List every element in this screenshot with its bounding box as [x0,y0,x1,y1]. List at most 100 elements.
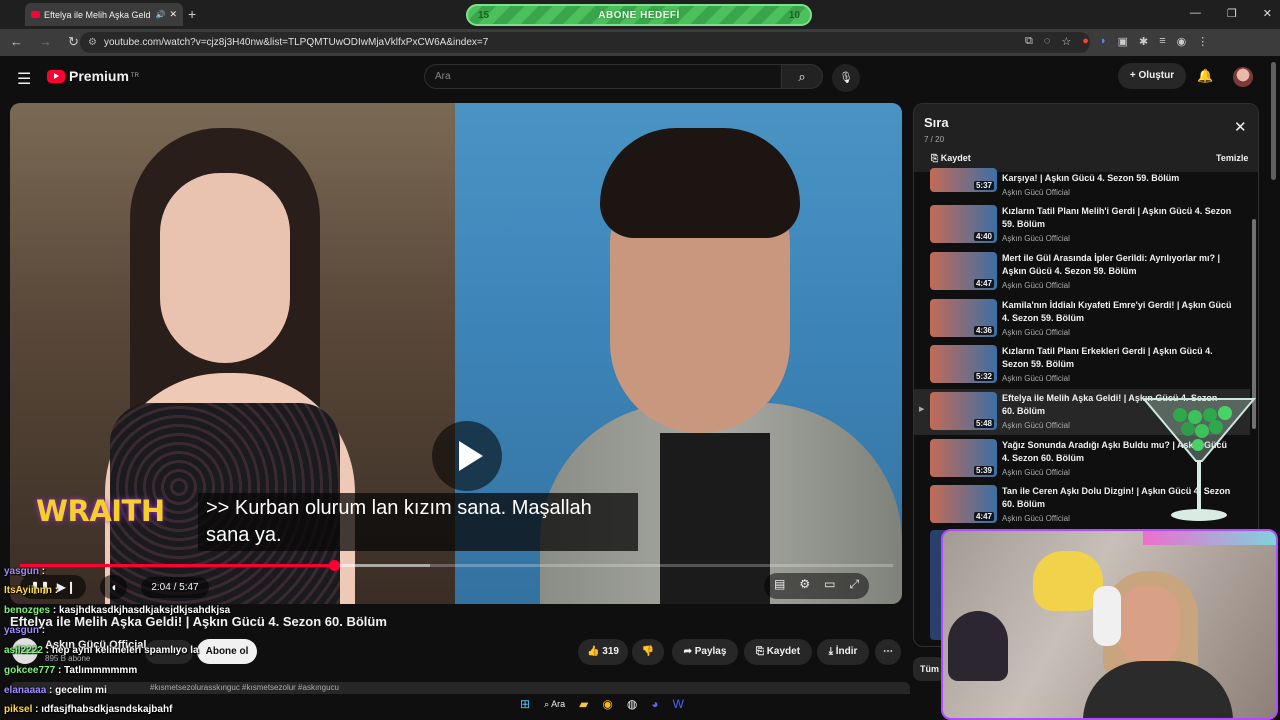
back-icon[interactable]: ← [10,34,23,50]
microphone-icon[interactable]: 🎙 [832,64,860,92]
more-actions-button[interactable]: ⋯ [875,639,901,665]
reading-list-icon[interactable]: ≡ [1159,35,1165,48]
avatar[interactable] [1233,67,1253,87]
profile-icon[interactable]: ◉ [1177,35,1187,48]
video-person-shirt [660,433,770,604]
search-input[interactable]: Ara [424,64,782,89]
description-box[interactable]: #kısmetsezolurasskınguc #kısmetsezolur #… [10,682,910,694]
subscribe-button[interactable]: Abone ol [197,639,257,664]
chat-message: benozges : kasjhdkasdkjhasdkjaksjdkjsahd… [4,605,230,616]
browser-tab[interactable]: Eftelya ile Melih Aşka Geldi! 🔊 ✕ [25,3,183,26]
maximize-button[interactable]: ❐ [1227,7,1237,20]
goal-label: ABONE HEDEFİ [598,9,680,21]
fullscreen-icon[interactable]: ⤢ [849,577,859,595]
playlist-item[interactable]: 4:36 Kamila'nın İddialı Kıyafeti Emre'yi… [914,296,1250,342]
file-explorer-icon[interactable]: ▰ [579,697,588,711]
chrome-icon[interactable]: ◉ [602,697,612,711]
cast-icon[interactable]: ⧉ [1025,35,1033,48]
download-button[interactable]: ⤓ İndir [817,639,869,665]
playlist-item-channel: Aşkın Gücü Official [1002,188,1070,197]
site-info-icon[interactable]: ⚙ [88,32,97,53]
forward-icon[interactable]: → [39,34,52,50]
taskbar-search[interactable]: ⌕ Ara [544,699,565,710]
playlist-save-button[interactable]: ⎘ Kaydet [931,153,971,164]
url-text: youtube.com/watch?v=cjz8j3H40nw&list=TLP… [104,37,489,48]
dislike-button[interactable]: 👎 [632,639,664,665]
thumbnail: 4:36 [930,299,997,337]
logo-country: TR [130,73,139,79]
chat-text: : gecelim mi [49,685,107,696]
chat-user: ItsAyiinnn [4,585,52,596]
like-button[interactable]: 👍 319 [578,639,628,665]
playlist-item-title: Mert ile Gül Arasında İpler Gerildi: Ayr… [1002,253,1221,276]
playlist-item[interactable]: 4:47 Mert ile Gül Arasında İpler Gerildi… [914,249,1250,295]
chat-message: elanaaaa : gecelim mi [4,685,107,696]
close-window-button[interactable]: ✕ [1263,7,1272,20]
big-play-icon[interactable] [432,421,502,491]
discord-icon[interactable]: ◕ [651,697,658,711]
minimize-button[interactable]: — [1190,7,1201,20]
browser-menu-icon[interactable]: ⋮ [1197,35,1208,48]
chat-user: piksel [4,704,33,715]
extension-red-icon[interactable]: ● [1082,35,1089,48]
chat-message: asil2222 : hep aynı kelimeleri spamlıyo … [4,645,199,656]
close-icon[interactable]: ✕ [1234,118,1247,136]
progress-bar[interactable] [20,560,893,571]
save-button[interactable]: ⎘ Kaydet [744,639,812,665]
playlist-item-title: Kamila'nın İddialı Kıyafeti Emre'yi Gerd… [1002,300,1232,323]
page-scrollbar[interactable] [1271,62,1276,180]
webcam-plush-toy [948,611,1008,681]
chat-text: : hep aynı kelimeleri spamlıyo la [45,645,199,656]
search-icon[interactable]: ⌕ [781,64,823,89]
create-button[interactable]: + Oluştur [1118,63,1186,89]
chat-text: : [54,585,59,596]
chat-message: piksel : ıdfasjfhabsdkjasndskajbahf [4,704,172,715]
playlist-item-title: Kızların Tatil Planı Melih'i Gerdi | Aşk… [1002,206,1232,229]
extension-icon[interactable]: ▣ [1118,35,1128,48]
youtube-play-logo-icon [47,69,65,83]
playlist-item[interactable]: 5:32 Kızların Tatil Planı Erkekleri Gerd… [914,342,1250,388]
extension-blue-icon[interactable]: ◗ [1100,35,1107,48]
bookmark-icon: ⎘ [931,153,939,163]
notifications-bell-icon[interactable]: 🔔 [1197,68,1213,84]
chat-text: : [41,566,46,577]
playlist-item[interactable]: 4:40 Kızların Tatil Planı Melih'i Gerdi … [914,202,1250,248]
playlist-item-title: Kızların Tatil Planı Erkekleri Gerdi | A… [1002,346,1213,369]
playlist-clear-button[interactable]: Temizle [1216,153,1248,163]
bookmark-star-icon[interactable]: ☆ [1061,35,1071,48]
next-icon[interactable]: ▶❙ [57,580,76,594]
chat-message: gokcee777 : Tatlımmmmmm [4,665,137,676]
url-field[interactable]: ⚙ youtube.com/watch?v=cjz8j3H40nw&list=T… [80,32,1090,53]
reload-icon[interactable]: ↻ [68,34,79,50]
duration-badge: 4:47 [973,512,994,521]
extension-icons: ⧉ ◌ ☆ ● ◗ ▣ ✱ ≡ ◉ ⋮ [1025,35,1208,48]
settings-gear-icon[interactable]: ⚙ [799,577,810,595]
martini-glass-overlay [1141,398,1257,521]
thumbs-up-icon: 👍 [587,646,600,657]
speaker-icon[interactable]: 🔊 [155,10,165,19]
youtube-logo[interactable]: Premium TR [47,68,139,84]
share-button[interactable]: ➦ Paylaş [672,639,738,665]
subtitles-icon[interactable]: ▤ [774,577,785,595]
tab-close-button[interactable]: ✕ [169,9,177,20]
playlist-item-channel: Aşkın Gücü Official [1002,328,1070,337]
windows-start-icon[interactable]: ⊞ [520,697,530,711]
github-icon[interactable]: ◍ [627,697,637,711]
puzzle-icon[interactable]: ✱ [1139,35,1148,48]
duration-badge: 4:36 [973,326,994,335]
new-tab-button[interactable]: + [188,6,196,22]
glass-bead [1209,420,1223,434]
volume-icon[interactable]: ◖ [100,575,128,599]
eye-off-icon[interactable]: ◌ [1044,35,1051,48]
caption-line-2: sana ya. [206,524,282,546]
hamburger-menu-icon[interactable]: ☰ [17,69,31,89]
playlist-title: Sıra [924,115,949,130]
progress-played [20,564,335,567]
webcam-led-light [1143,531,1276,545]
theater-mode-icon[interactable]: ▭ [824,577,835,595]
video-person-face [160,173,290,363]
thumbnail: 5:48 [930,392,997,430]
chat-user: yasgun [4,566,40,577]
app-icon[interactable]: W [673,697,684,711]
video-person-hair [600,128,800,238]
